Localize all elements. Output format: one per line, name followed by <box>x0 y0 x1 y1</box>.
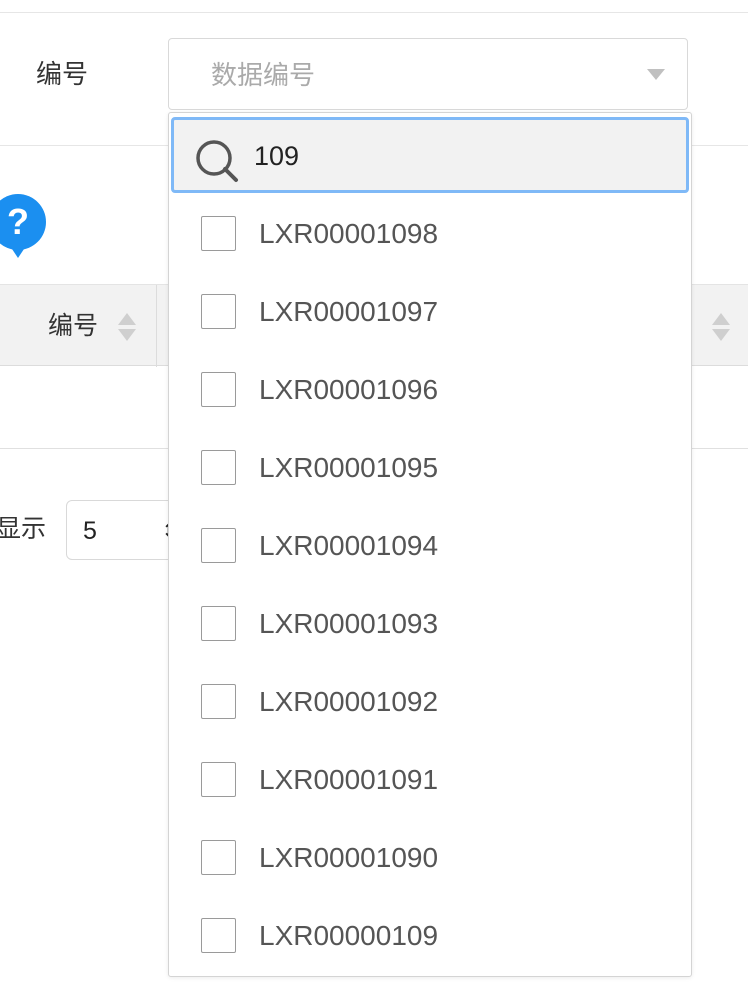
option-label: LXR00001098 <box>259 218 439 249</box>
help-icon[interactable]: ? <box>0 194 46 258</box>
dropdown-search-input[interactable]: 109 <box>171 117 689 193</box>
option-checkbox[interactable] <box>201 762 236 797</box>
code-field-label: 编号 <box>36 59 89 89</box>
option-label: LXR00001096 <box>259 374 439 405</box>
option-checkbox[interactable] <box>201 528 236 563</box>
dropdown-option[interactable]: LXR00001090 <box>169 821 689 899</box>
option-checkbox[interactable] <box>201 918 236 953</box>
dropdown-option[interactable]: LXR00001094 <box>169 509 689 587</box>
option-label: LXR00001093 <box>259 608 439 639</box>
dropdown-option[interactable]: LXR00001096 <box>169 353 689 431</box>
dropdown-option[interactable]: LXR00001093 <box>169 587 689 665</box>
option-checkbox[interactable] <box>201 216 236 251</box>
top-divider <box>0 12 748 13</box>
option-label: LXR00001097 <box>259 296 439 327</box>
code-select[interactable]: 数据编号 <box>168 38 688 110</box>
sort-icon[interactable] <box>712 311 730 345</box>
sort-icon[interactable] <box>118 311 136 345</box>
option-label: LXR00001095 <box>259 452 439 483</box>
dropdown-option[interactable]: LXR00001092 <box>169 665 689 743</box>
option-label: LXR00001092 <box>259 686 439 717</box>
option-label: LXR00001090 <box>259 842 439 873</box>
dropdown-option[interactable]: LXR00001098 <box>169 197 689 275</box>
select-dropdown: 109 LXR00001098 LXR00001097 LXR00001096 … <box>168 112 692 977</box>
option-checkbox[interactable] <box>201 684 236 719</box>
option-label: LXR00001091 <box>259 764 439 795</box>
chevron-down-icon[interactable] <box>647 69 665 80</box>
option-label: LXR00001094 <box>259 530 439 561</box>
column-header-code[interactable]: 编号 <box>48 309 98 343</box>
option-label: LXR00000109 <box>259 920 439 951</box>
dropdown-option[interactable]: LXR00001095 <box>169 431 689 509</box>
option-checkbox[interactable] <box>201 450 236 485</box>
page-size-label: 显示 <box>0 515 47 543</box>
select-placeholder: 数据编号 <box>211 60 316 90</box>
column-separator <box>156 285 157 367</box>
dropdown-option[interactable]: LXR00001091 <box>169 743 689 821</box>
option-checkbox[interactable] <box>201 294 236 329</box>
option-checkbox[interactable] <box>201 372 236 407</box>
page-size-value: 5 <box>83 517 97 545</box>
dropdown-option[interactable]: LXR00001097 <box>169 275 689 353</box>
search-input-value: 109 <box>254 141 300 171</box>
option-checkbox[interactable] <box>201 840 236 875</box>
dropdown-option[interactable]: LXR00000109 <box>169 899 689 977</box>
search-icon <box>196 140 238 182</box>
option-checkbox[interactable] <box>201 606 236 641</box>
